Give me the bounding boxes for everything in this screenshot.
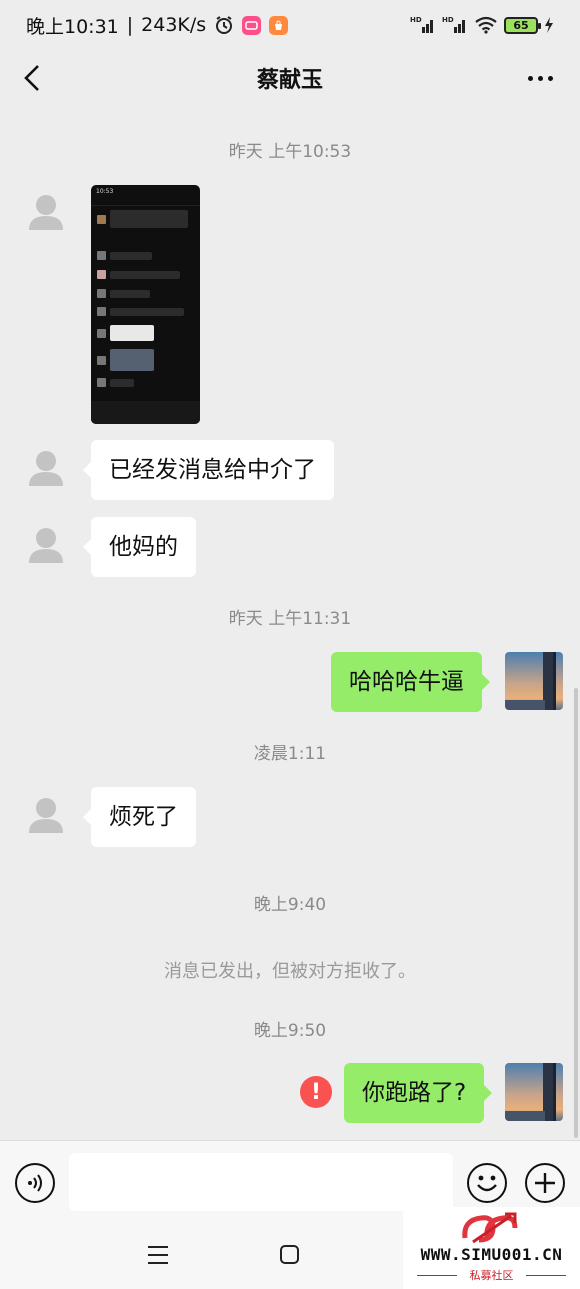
simu-logo-icon [462,1212,518,1244]
recent-apps-button[interactable] [148,1246,168,1264]
timestamp: 凌晨1:11 [253,744,327,764]
image-message[interactable]: 10:53 [91,185,200,424]
contact-avatar[interactable] [17,518,75,576]
sunset-avatar-image [505,652,563,710]
status-time: 晚上10:31 [26,15,119,38]
emoji-button[interactable] [467,1163,507,1203]
more-dot [547,75,553,81]
message-input[interactable] [69,1153,453,1211]
watermark: WWW.SIMU001.CN 私募社区 [403,1207,580,1289]
send-failed-icon[interactable]: ! [300,1076,332,1108]
chat-scrollbar[interactable] [574,688,578,1138]
wifi-icon [474,16,498,34]
contact-avatar[interactable] [17,441,75,499]
chevron-left-icon [24,65,39,91]
voice-wave-icon [28,1174,42,1192]
contact-avatar[interactable] [17,788,75,846]
back-button[interactable] [14,60,50,96]
signal-hd-label: HD [410,16,422,24]
self-avatar[interactable] [505,652,563,710]
battery-level: 65 [513,18,529,32]
network-speed: 243K/s [141,14,207,36]
signal-strength-icon-2: HD [442,15,468,35]
message-bubble[interactable]: 烦死了 [83,787,196,847]
signal-strength-icon: HD [410,15,436,35]
charging-bolt-icon [544,17,554,33]
voice-input-button[interactable] [15,1163,55,1203]
chat-header: 蔡献玉 [0,50,580,106]
alarm-clock-icon [214,15,234,35]
thumb-input-bar [91,401,200,424]
message-bubble-self[interactable]: 哈哈哈牛逼 [331,652,490,712]
status-divider: | [126,14,134,36]
message-bubble[interactable]: 已经发消息给中介了 [83,440,334,500]
watermark-subtitle: 私募社区 [469,1269,514,1282]
default-avatar-icon [29,195,63,230]
chat-title: 蔡献玉 [256,68,323,93]
self-avatar[interactable] [505,1063,563,1121]
more-functions-button[interactable] [525,1163,565,1203]
contact-avatar[interactable] [17,185,75,243]
smiley-face-icon [477,1175,497,1192]
status-bar: 晚上10:31 | 243K/s HD HD 65 [0,0,580,50]
home-button[interactable] [280,1245,299,1264]
battery-icon: 65 [504,16,541,34]
shopping-app-icon [269,15,289,35]
timestamp: 晚上9:40 [253,895,327,915]
more-options-button[interactable] [520,60,560,96]
thumb-time: 10:53 [96,188,114,195]
more-dot [537,75,543,81]
default-avatar-icon [29,798,63,833]
timestamp: 晚上9:50 [253,1021,327,1041]
default-avatar-icon [29,451,63,486]
timestamp: 昨天 上午10:53 [228,142,352,162]
sunset-avatar-image [505,1063,563,1121]
watermark-url: WWW.SIMU001.CN [420,1245,563,1264]
svg-text:HD: HD [442,16,454,24]
system-message: 消息已发出，但被对方拒收了。 [164,961,416,982]
app-notification-icon [242,15,262,35]
plus-icon [535,1173,555,1193]
message-bubble-self[interactable]: 你跑路了? [344,1063,493,1123]
default-avatar-icon [29,528,63,563]
thumb-header [91,197,200,206]
message-bubble[interactable]: 他妈的 [83,517,196,577]
more-dot [527,75,533,81]
timestamp: 昨天 上午11:31 [228,609,352,629]
